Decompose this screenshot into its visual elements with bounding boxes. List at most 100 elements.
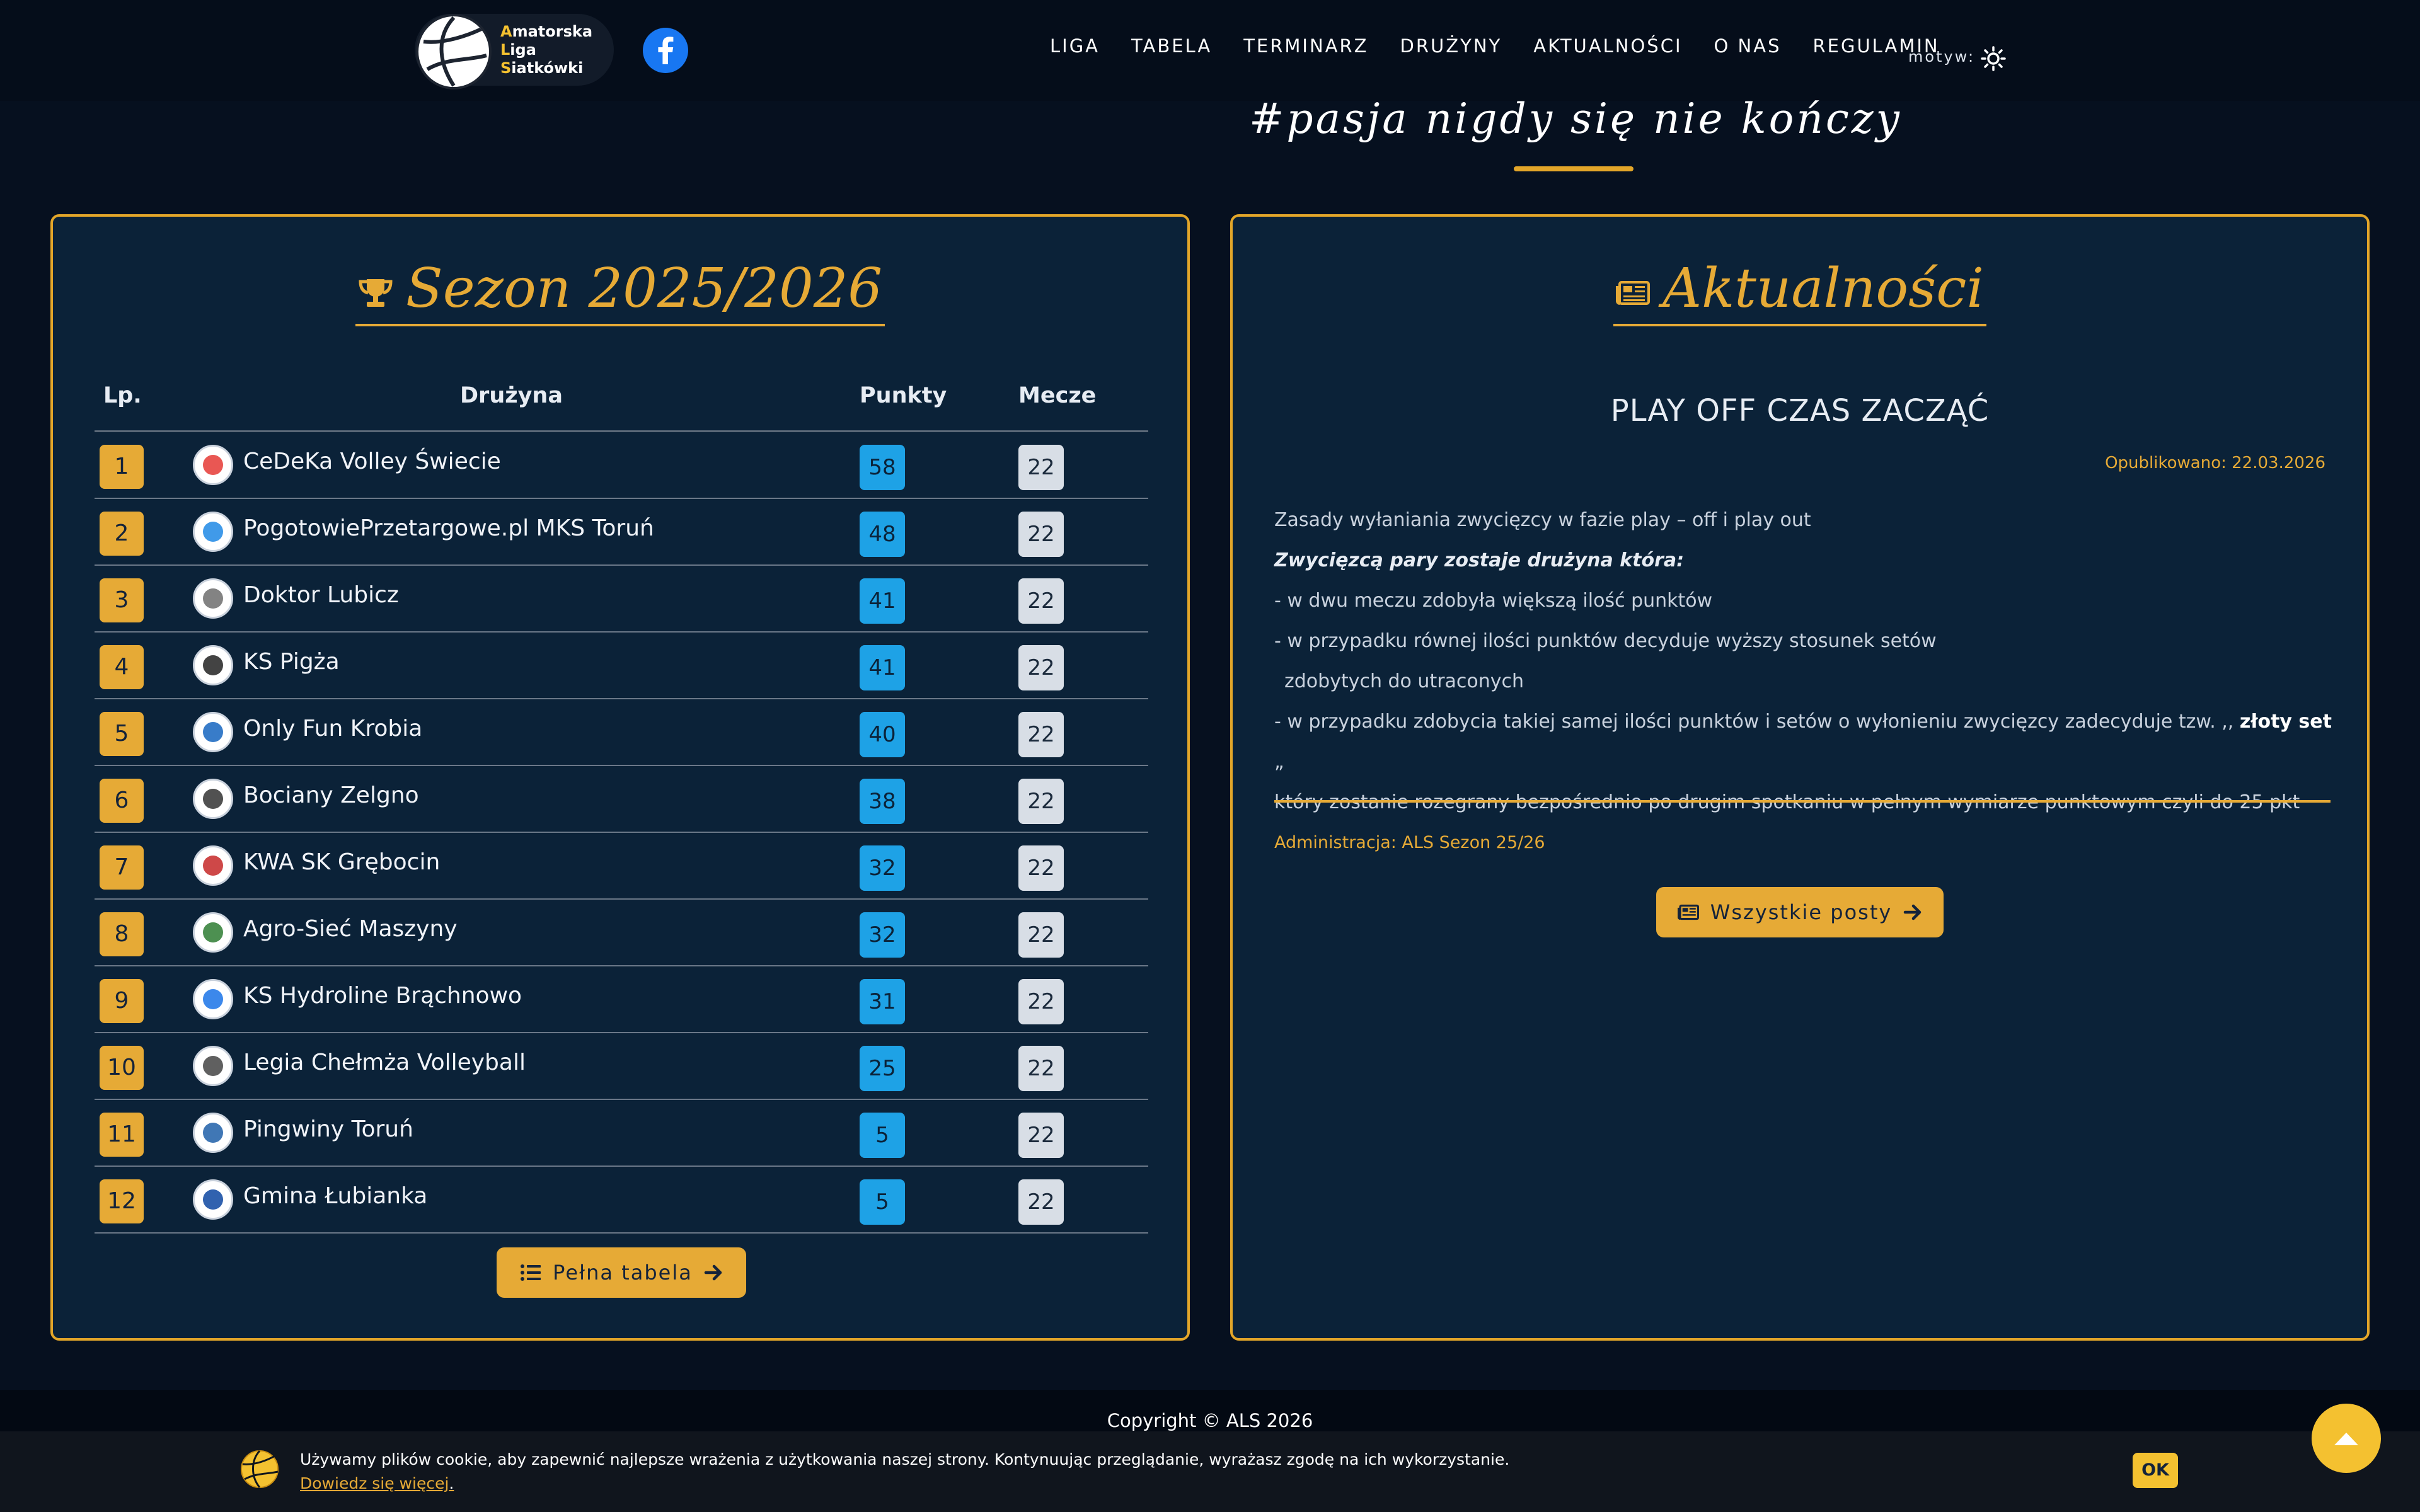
team-name[interactable]: Bociany Zelgno bbox=[243, 782, 419, 808]
team-name[interactable]: Pingwiny Toruń bbox=[243, 1116, 413, 1142]
team-logo bbox=[193, 912, 233, 953]
points-badge: 41 bbox=[860, 578, 905, 624]
header-games: Mecze bbox=[1018, 383, 1097, 408]
games-badge: 22 bbox=[1018, 779, 1064, 824]
table-row[interactable]: 11 Pingwiny Toruń 5 22 bbox=[95, 1100, 1148, 1167]
team-name[interactable]: Gmina Łubianka bbox=[243, 1183, 427, 1209]
team-name[interactable]: KS Pigża bbox=[243, 649, 340, 675]
table-row[interactable]: 8 Agro-Sieć Maszyny 32 22 bbox=[95, 900, 1148, 966]
team-logo bbox=[193, 1179, 233, 1220]
table-row[interactable]: 4 KS Pigża 41 22 bbox=[95, 633, 1148, 699]
cookie-text: Używamy plików cookie, aby zapewnić najl… bbox=[300, 1450, 1510, 1469]
table-row[interactable]: 6 Bociany Zelgno 38 22 bbox=[95, 766, 1148, 833]
points-badge: 5 bbox=[860, 1179, 905, 1225]
trophy-icon bbox=[359, 278, 393, 307]
team-name[interactable]: Legia Chełmża Volleyball bbox=[243, 1050, 526, 1075]
standings-card: Sezon 2025/2026 Lp. Drużyna Punkty Mecze… bbox=[50, 214, 1190, 1341]
full-table-button[interactable]: Pełna tabela bbox=[497, 1247, 746, 1298]
rank-badge: 12 bbox=[100, 1179, 144, 1223]
games-badge: 22 bbox=[1018, 712, 1064, 757]
points-badge: 31 bbox=[860, 979, 905, 1024]
logo-text: Amatorska Liga Siatkówki bbox=[500, 23, 593, 77]
rank-badge: 11 bbox=[100, 1113, 144, 1157]
sun-icon[interactable] bbox=[1980, 45, 2007, 72]
post-title[interactable]: PLAY OFF CZAS ZACZĄĆ bbox=[1233, 393, 2367, 428]
table-row[interactable]: 1 CeDeKa Volley Świecie 58 22 bbox=[95, 432, 1148, 499]
points-badge: 38 bbox=[860, 779, 905, 824]
table-row[interactable]: 12 Gmina Łubianka 5 22 bbox=[95, 1167, 1148, 1234]
news-section-title: Aktualności bbox=[1233, 257, 2367, 326]
team-logo bbox=[193, 779, 233, 819]
team-name[interactable]: CeDeKa Volley Świecie bbox=[243, 449, 501, 474]
tagline-underline bbox=[1514, 166, 1634, 171]
nav-liga[interactable]: LIGA bbox=[1050, 35, 1100, 57]
volleyball-logo-icon bbox=[416, 14, 492, 89]
scroll-top-button[interactable] bbox=[2312, 1404, 2381, 1473]
full-table-label: Pełna tabela bbox=[553, 1261, 693, 1285]
points-badge: 48 bbox=[860, 512, 905, 557]
table-header: Lp. Drużyna Punkty Mecze bbox=[95, 363, 1148, 432]
team-name[interactable]: KWA SK Grębocin bbox=[243, 849, 440, 875]
nav-o-nas[interactable]: O NAS bbox=[1714, 35, 1782, 57]
standings-table: Lp. Drużyna Punkty Mecze 1 CeDeKa Volley … bbox=[95, 363, 1148, 1234]
games-badge: 22 bbox=[1018, 445, 1064, 490]
table-row[interactable]: 2 PogotowiePrzetargowe.pl MKS Toruń 48 22 bbox=[95, 499, 1148, 566]
games-badge: 22 bbox=[1018, 1046, 1064, 1091]
table-row[interactable]: 5 Only Fun Krobia 40 22 bbox=[95, 699, 1148, 766]
points-badge: 25 bbox=[860, 1046, 905, 1091]
post-line: - w dwu meczu zdobyła większą ilość punk… bbox=[1274, 590, 1713, 612]
rank-badge: 7 bbox=[100, 845, 144, 890]
table-row[interactable]: 10 Legia Chełmża Volleyball 25 22 bbox=[95, 1033, 1148, 1100]
list-icon bbox=[521, 1264, 541, 1281]
points-badge: 40 bbox=[860, 712, 905, 757]
post-line: zdobytych do utraconych bbox=[1284, 670, 1524, 692]
facebook-icon[interactable] bbox=[643, 28, 688, 73]
team-name[interactable]: Only Fun Krobia bbox=[243, 716, 422, 742]
post-line: który zostanie rozegrany bezpośrednio po… bbox=[1274, 782, 2333, 823]
cookie-ok-button[interactable]: OK bbox=[2133, 1453, 2178, 1488]
post-body: Zasady wyłaniania zwycięzcy w fazie play… bbox=[1274, 500, 2333, 823]
cookie-learn-more-link[interactable]: Dowiedz się więcej. bbox=[300, 1474, 454, 1492]
team-logo bbox=[193, 512, 233, 552]
team-name[interactable]: KS Hydroline Brąchnowo bbox=[243, 983, 522, 1009]
games-badge: 22 bbox=[1018, 979, 1064, 1024]
games-badge: 22 bbox=[1018, 1113, 1064, 1158]
games-badge: 22 bbox=[1018, 578, 1064, 624]
post-separator bbox=[1274, 800, 2331, 803]
rank-badge: 4 bbox=[100, 645, 144, 689]
points-badge: 32 bbox=[860, 845, 905, 891]
all-posts-button[interactable]: Wszystkie posty bbox=[1656, 887, 1944, 937]
post-date: Opublikowano: 22.03.2026 bbox=[2105, 454, 2325, 472]
news-card: Aktualności PLAY OFF CZAS ZACZĄĆ Opublik… bbox=[1230, 214, 2370, 1341]
nav-aktualnosci[interactable]: AKTUALNOŚCI bbox=[1533, 35, 1682, 57]
points-badge: 58 bbox=[860, 445, 905, 490]
team-name[interactable]: Doktor Lubicz bbox=[243, 582, 399, 608]
team-logo bbox=[193, 578, 233, 619]
nav-tabela[interactable]: TABELA bbox=[1131, 35, 1212, 57]
rank-badge: 5 bbox=[100, 712, 144, 756]
all-posts-label: Wszystkie posty bbox=[1710, 900, 1893, 924]
nav-druzyny[interactable]: DRUŻYNY bbox=[1400, 35, 1502, 57]
rank-badge: 1 bbox=[100, 445, 144, 489]
games-badge: 22 bbox=[1018, 912, 1064, 958]
team-logo bbox=[193, 845, 233, 886]
table-row[interactable]: 9 KS Hydroline Brąchnowo 31 22 bbox=[95, 966, 1148, 1033]
newspaper-icon bbox=[1677, 904, 1699, 920]
rank-badge: 6 bbox=[100, 779, 144, 823]
league-logo[interactable]: Amatorska Liga Siatkówki bbox=[415, 14, 614, 89]
post-line: Zwycięzcą pary zostaje drużyna która: bbox=[1274, 549, 1685, 571]
header-points: Punkty bbox=[860, 383, 947, 408]
team-name[interactable]: Agro-Sieć Maszyny bbox=[243, 916, 458, 942]
games-badge: 22 bbox=[1018, 645, 1064, 690]
rank-badge: 3 bbox=[100, 578, 144, 622]
team-logo bbox=[193, 712, 233, 752]
rank-badge: 9 bbox=[100, 979, 144, 1023]
points-badge: 32 bbox=[860, 912, 905, 958]
table-row[interactable]: 3 Doktor Lubicz 41 22 bbox=[95, 566, 1148, 633]
main-menu: LIGA TABELA TERMINARZ DRUŻYNY AKTUALNOŚC… bbox=[1050, 35, 1940, 57]
nav-terminarz[interactable]: TERMINARZ bbox=[1243, 35, 1368, 57]
team-name[interactable]: PogotowiePrzetargowe.pl MKS Toruń bbox=[243, 515, 654, 541]
table-row[interactable]: 7 KWA SK Grębocin 32 22 bbox=[95, 833, 1148, 900]
theme-label: motyw: bbox=[1908, 48, 1976, 66]
team-logo bbox=[193, 1113, 233, 1153]
